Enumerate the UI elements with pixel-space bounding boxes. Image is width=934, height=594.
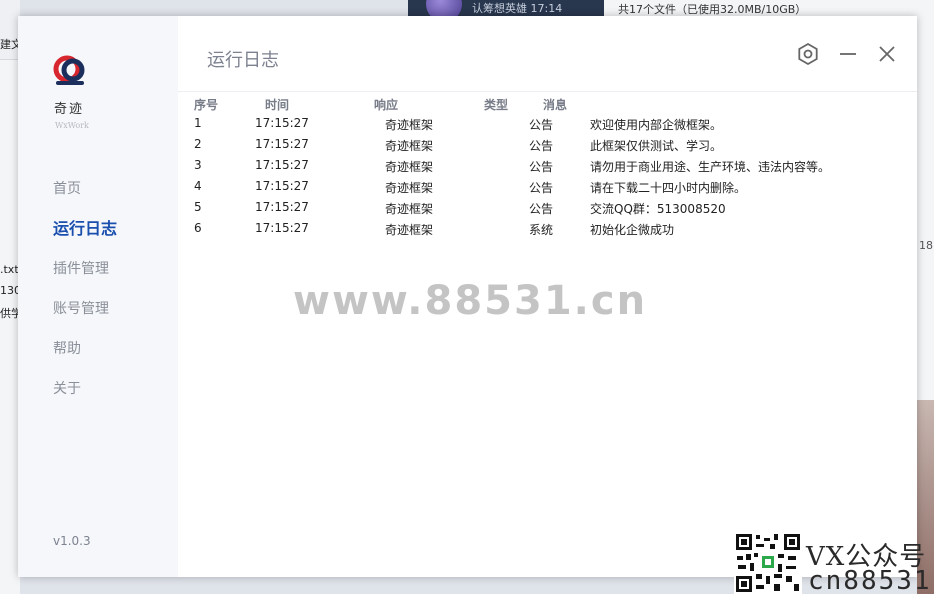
cell-response: 奇迹框架 [385,160,434,174]
cell-index: 5 [194,200,202,214]
sidebar-nav: 首页 运行日志 插件管理 账号管理 帮助 关于 [53,172,117,412]
background-file-text: 共17个文件（已使用32.0MB/10GB） [618,3,807,16]
cell-time: 17:15:27 [255,179,309,193]
cell-message: 欢迎使用内部企微框架。 [590,118,723,132]
cell-message: 此框架仅供测试、学习。 [590,139,723,153]
cell-index: 1 [194,116,202,130]
close-icon[interactable] [875,42,899,66]
version-label: v1.0.3 [53,534,91,548]
cell-time: 17:15:27 [255,158,309,172]
minimize-icon[interactable] [836,42,860,66]
cell-type: 公告 [529,118,554,132]
cell-index: 2 [194,137,202,151]
sidebar-item-run-log[interactable]: 运行日志 [53,212,117,252]
sidebar: 奇迹 WxWork 首页 运行日志 插件管理 账号管理 帮助 关于 v1.0.3 [18,16,178,577]
cell-message: 初始化企微成功 [590,223,675,237]
logo-text: 奇迹 [54,102,85,117]
cell-type: 公告 [529,181,554,195]
overlay-cn-text: cn88531 [808,566,932,594]
cell-response: 奇迹框架 [385,139,434,153]
settings-icon[interactable] [796,42,820,66]
background-fragment: 18 [919,239,933,252]
cell-response: 奇迹框架 [385,202,434,216]
cell-response: 奇迹框架 [385,223,434,237]
column-header-message: 消息 [543,98,568,112]
cell-response: 奇迹框架 [385,118,434,132]
cell-type: 公告 [529,139,554,153]
main-panel: 运行日志 序号 时间 响应 类型 消息 1 17:15:27 奇迹框架 公告 欢… [178,16,917,577]
background-file-bar: 共17个文件（已使用32.0MB/10GB） [604,0,934,16]
logo-subtext: WxWork [55,121,89,130]
cell-time: 17:15:27 [255,116,309,130]
background-chat-header: 认筹想英雄 17:14 [408,0,604,22]
cell-type: 公告 [529,202,554,216]
sidebar-item-accounts[interactable]: 账号管理 [53,292,117,332]
cell-message: 请勿用于商业用途、生产环境、违法内容等。 [590,160,831,174]
sidebar-item-home[interactable]: 首页 [53,172,117,212]
column-header-time: 时间 [265,98,290,112]
header-divider [178,91,917,92]
column-header-response: 响应 [374,98,399,112]
cell-type: 系统 [529,223,554,237]
cell-index: 3 [194,158,202,172]
column-header-index: 序号 [194,98,219,112]
sidebar-item-help[interactable]: 帮助 [53,332,117,372]
qr-code-icon [734,532,802,594]
cell-time: 17:15:27 [255,221,309,235]
logo-icon [53,55,85,85]
sidebar-item-about[interactable]: 关于 [53,372,117,412]
cell-time: 17:15:27 [255,200,309,214]
cell-index: 4 [194,179,202,193]
background-chat-text: 认筹想英雄 17:14 [472,2,563,15]
sidebar-item-plugins[interactable]: 插件管理 [53,252,117,292]
cell-type: 公告 [529,160,554,174]
page-title: 运行日志 [207,50,279,71]
watermark-text: www.88531.cn [293,278,648,324]
app-window: 奇迹 WxWork 首页 运行日志 插件管理 账号管理 帮助 关于 v1.0.3… [18,16,917,577]
cell-response: 奇迹框架 [385,181,434,195]
cell-time: 17:15:27 [255,137,309,151]
background-left-panel [0,0,20,594]
cell-message: 请在下载二十四小时内删除。 [590,181,747,195]
column-header-type: 类型 [484,98,509,112]
background-fragment: .txt [0,263,19,276]
cell-message: 交流QQ群：513008520 [590,202,726,216]
cell-index: 6 [194,221,202,235]
